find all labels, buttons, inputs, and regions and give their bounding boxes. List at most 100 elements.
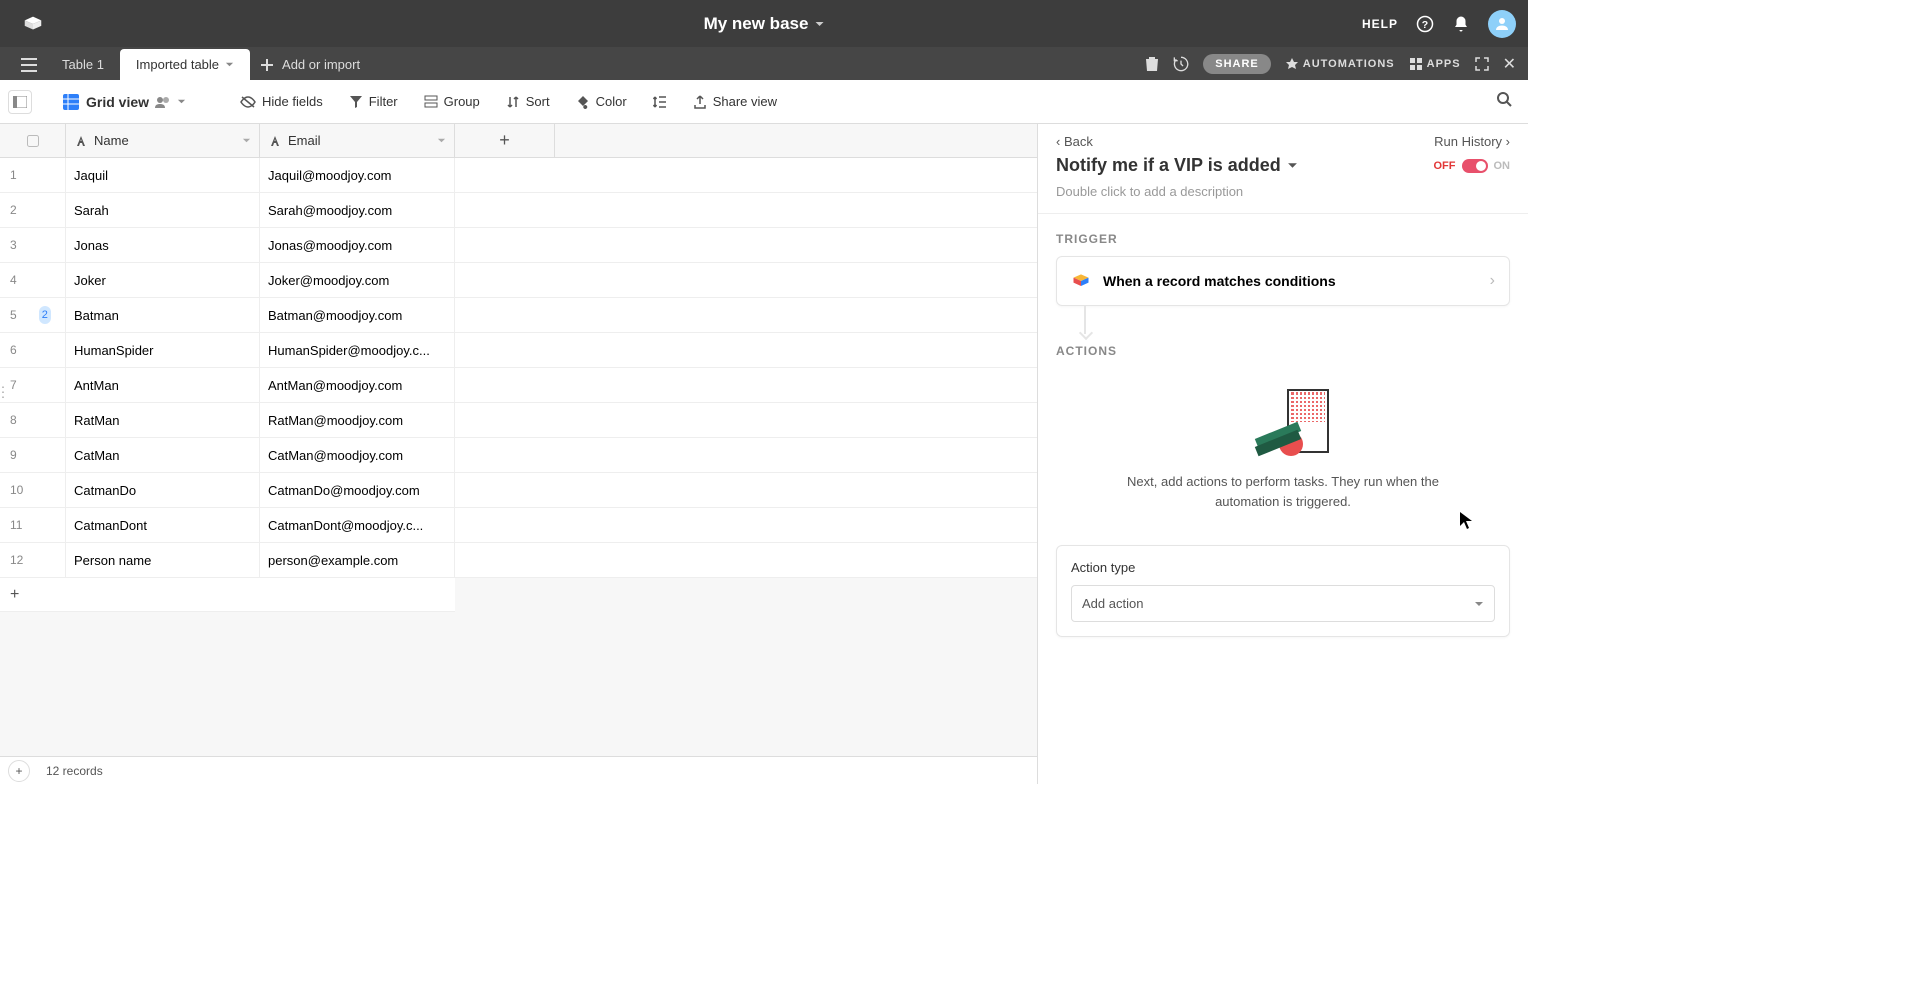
- filter-button[interactable]: Filter: [339, 88, 408, 115]
- row-index: 4: [0, 263, 66, 297]
- cell-name[interactable]: Sarah: [66, 193, 260, 227]
- help-link[interactable]: HELP: [1362, 17, 1398, 31]
- cell-name[interactable]: Batman: [66, 298, 260, 332]
- cell-email[interactable]: Jaquil@moodjoy.com: [260, 158, 455, 192]
- expand-icon[interactable]: [1475, 57, 1489, 71]
- cell-email[interactable]: RatMan@moodjoy.com: [260, 403, 455, 437]
- table-row[interactable]: 8RatManRatMan@moodjoy.com: [0, 403, 1037, 438]
- chevron-down-icon[interactable]: [437, 136, 446, 145]
- add-row-button[interactable]: +: [0, 578, 455, 612]
- view-switcher[interactable]: Grid view: [54, 93, 194, 111]
- add-table-button[interactable]: Add or import: [250, 57, 370, 80]
- color-button[interactable]: Color: [566, 88, 637, 115]
- table-row[interactable]: 6HumanSpiderHumanSpider@moodjoy.c...: [0, 333, 1037, 368]
- apps-icon: [1409, 57, 1423, 71]
- top-header: My new base HELP ?: [0, 0, 1528, 47]
- cell-email[interactable]: Jonas@moodjoy.com: [260, 228, 455, 262]
- column-header-email[interactable]: Email: [260, 124, 455, 157]
- cell-name[interactable]: Jonas: [66, 228, 260, 262]
- cell-name[interactable]: AntMan: [66, 368, 260, 402]
- tab-imported-table[interactable]: Imported table: [120, 49, 250, 80]
- apps-button[interactable]: APPS: [1409, 57, 1461, 71]
- cell-email[interactable]: CatmanDont@moodjoy.c...: [260, 508, 455, 542]
- table-row[interactable]: 3JonasJonas@moodjoy.com: [0, 228, 1037, 263]
- actions-illustration: [1233, 388, 1333, 458]
- table-row[interactable]: 9CatManCatMan@moodjoy.com: [0, 438, 1037, 473]
- row-index: 11: [0, 508, 66, 542]
- share-button[interactable]: SHARE: [1203, 54, 1271, 74]
- cell-name[interactable]: Joker: [66, 263, 260, 297]
- table-row[interactable]: 12Person nameperson@example.com: [0, 543, 1037, 578]
- history-icon[interactable]: [1173, 56, 1189, 72]
- data-grid: Name Email + 1JaquilJaquil@moodjoy.com2S…: [0, 124, 1038, 784]
- search-button[interactable]: [1488, 83, 1520, 120]
- table-row[interactable]: 1JaquilJaquil@moodjoy.com: [0, 158, 1037, 193]
- action-card: Action type Add action: [1056, 545, 1510, 637]
- row-index: 52: [0, 298, 66, 332]
- trigger-card[interactable]: When a record matches conditions ›: [1056, 256, 1510, 306]
- chevron-down-icon[interactable]: [242, 136, 251, 145]
- text-field-icon: [268, 134, 282, 148]
- user-avatar[interactable]: [1488, 10, 1516, 38]
- chevron-down-icon[interactable]: [225, 60, 234, 69]
- group-button[interactable]: Group: [414, 88, 490, 115]
- cell-name[interactable]: CatmanDont: [66, 508, 260, 542]
- table-row[interactable]: 10CatmanDoCatmanDo@moodjoy.com: [0, 473, 1037, 508]
- cell-email[interactable]: AntMan@moodjoy.com: [260, 368, 455, 402]
- share-view-button[interactable]: Share view: [683, 88, 787, 115]
- cell-email[interactable]: Sarah@moodjoy.com: [260, 193, 455, 227]
- toggle-switch[interactable]: [1462, 159, 1488, 173]
- actions-empty-state: Next, add actions to perform tasks. They…: [1056, 368, 1510, 531]
- row-height-button[interactable]: [643, 89, 677, 115]
- table-row[interactable]: 11CatmanDontCatmanDont@moodjoy.c...: [0, 508, 1037, 543]
- automations-icon: [1285, 57, 1299, 71]
- chevron-down-icon: [1474, 599, 1484, 609]
- action-type-label: Action type: [1071, 560, 1495, 575]
- table-row[interactable]: 2SarahSarah@moodjoy.com: [0, 193, 1037, 228]
- plus-icon: [260, 58, 274, 72]
- cell-name[interactable]: CatmanDo: [66, 473, 260, 507]
- column-header-name[interactable]: Name: [66, 124, 260, 157]
- automations-button[interactable]: AUTOMATIONS: [1285, 57, 1395, 71]
- cell-email[interactable]: HumanSpider@moodjoy.c...: [260, 333, 455, 367]
- cell-name[interactable]: RatMan: [66, 403, 260, 437]
- cell-email[interactable]: CatMan@moodjoy.com: [260, 438, 455, 472]
- trash-icon[interactable]: [1145, 56, 1159, 72]
- row-index: 8: [0, 403, 66, 437]
- back-button[interactable]: ‹ Back: [1056, 134, 1093, 149]
- add-column-button[interactable]: +: [455, 124, 555, 157]
- footer-add-button[interactable]: +: [8, 760, 30, 782]
- table-row[interactable]: 4JokerJoker@moodjoy.com: [0, 263, 1037, 298]
- text-field-icon: [74, 134, 88, 148]
- close-panel-button[interactable]: ✕: [1503, 54, 1516, 74]
- table-row[interactable]: 7AntManAntMan@moodjoy.com: [0, 368, 1037, 403]
- notification-icon[interactable]: [1452, 15, 1470, 33]
- cell-email[interactable]: Joker@moodjoy.com: [260, 263, 455, 297]
- cell-name[interactable]: Person name: [66, 543, 260, 577]
- menu-icon[interactable]: [20, 58, 38, 72]
- hide-fields-button[interactable]: Hide fields: [230, 88, 333, 115]
- cell-email[interactable]: CatmanDo@moodjoy.com: [260, 473, 455, 507]
- sort-icon: [506, 95, 520, 109]
- table-row[interactable]: 52BatmanBatman@moodjoy.com: [0, 298, 1037, 333]
- color-icon: [576, 95, 590, 109]
- add-action-dropdown[interactable]: Add action: [1071, 585, 1495, 622]
- automation-title[interactable]: Notify me if a VIP is added: [1056, 155, 1298, 176]
- select-all-checkbox[interactable]: [0, 124, 66, 157]
- cell-name[interactable]: Jaquil: [66, 158, 260, 192]
- resize-handle[interactable]: ⋮: [0, 384, 8, 401]
- automation-description[interactable]: Double click to add a description: [1038, 176, 1528, 214]
- help-icon[interactable]: ?: [1416, 15, 1434, 33]
- cell-email[interactable]: Batman@moodjoy.com: [260, 298, 455, 332]
- run-history-link[interactable]: Run History ›: [1434, 134, 1510, 149]
- automation-toggle[interactable]: OFF ON: [1434, 159, 1511, 173]
- cell-name[interactable]: CatMan: [66, 438, 260, 472]
- tabs-bar: Table 1 Imported table Add or import SHA…: [0, 47, 1528, 80]
- sort-button[interactable]: Sort: [496, 88, 560, 115]
- base-title[interactable]: My new base: [704, 14, 825, 34]
- cell-email[interactable]: person@example.com: [260, 543, 455, 577]
- comment-badge[interactable]: 2: [39, 306, 51, 324]
- cell-name[interactable]: HumanSpider: [66, 333, 260, 367]
- toggle-sidebar-button[interactable]: [8, 90, 32, 114]
- tab-table1[interactable]: Table 1: [46, 49, 120, 80]
